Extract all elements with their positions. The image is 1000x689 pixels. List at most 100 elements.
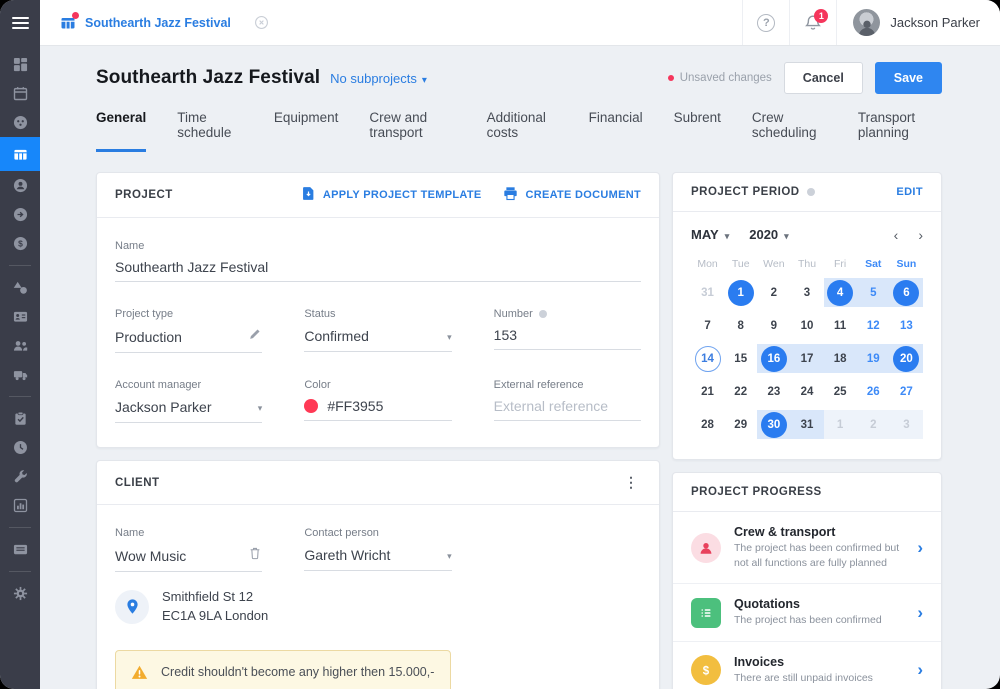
calendar-day[interactable]: 31	[790, 410, 824, 439]
sidebar-item-settings[interactable]	[0, 579, 40, 608]
next-month-button[interactable]	[918, 228, 923, 242]
calendar-day[interactable]: 1	[724, 278, 757, 307]
calendar-day[interactable]: 4	[823, 278, 857, 307]
main-area: Southearth Jazz Festival 1	[40, 0, 1000, 689]
name-input[interactable]	[115, 259, 641, 275]
calendar-day[interactable]: 12	[857, 311, 890, 340]
tab-equipment[interactable]: Equipment	[274, 110, 339, 152]
chevron-down-icon	[725, 227, 730, 242]
calendar-day[interactable]: 2	[856, 410, 890, 439]
external-reference-input[interactable]	[493, 398, 641, 414]
notifications-button[interactable]: 1	[789, 0, 836, 45]
calendar-day[interactable]: 2	[757, 278, 790, 307]
sidebar-item-calendar[interactable]	[0, 79, 40, 108]
calendar-day[interactable]: 18	[823, 344, 857, 373]
tab-crew-scheduling[interactable]: Crew scheduling	[752, 110, 827, 152]
calendar-day[interactable]: 1	[823, 410, 857, 439]
calendar-day[interactable]: 15	[724, 344, 757, 373]
sidebar-item-transport[interactable]	[0, 360, 40, 389]
month-select[interactable]: MAY	[691, 227, 729, 242]
calendar-day[interactable]: 20	[889, 344, 923, 373]
calendar-day[interactable]: 19	[856, 344, 890, 373]
save-button[interactable]: Save	[874, 62, 942, 94]
chevron-right-icon	[917, 660, 923, 680]
color-picker[interactable]: #FF3955	[304, 398, 452, 421]
tab-general[interactable]: General	[96, 110, 147, 152]
calendar-day[interactable]: 16	[757, 344, 791, 373]
sidebar-item-modules[interactable]	[0, 108, 40, 137]
sidebar-item-repairs[interactable]	[0, 462, 40, 491]
menu-button[interactable]	[0, 0, 40, 46]
sidebar-item-contacts[interactable]	[0, 331, 40, 360]
calendar-day[interactable]: 26	[857, 377, 890, 406]
tab-subrent[interactable]: Subrent	[674, 110, 721, 152]
pencil-icon[interactable]	[248, 327, 262, 346]
contact-person-select[interactable]: Gareth Wricht	[304, 546, 452, 571]
calendar-day[interactable]: 7	[691, 311, 724, 340]
progress-item-crew-transport[interactable]: Crew & transport The project has been con…	[673, 512, 941, 583]
subprojects-dropdown[interactable]: No subprojects	[330, 71, 427, 86]
sidebar-item-projects[interactable]	[0, 137, 40, 171]
calendar-day[interactable]: 3	[790, 278, 823, 307]
sidebar-item-time[interactable]	[0, 433, 40, 462]
calendar-day[interactable]: 17	[790, 344, 824, 373]
sidebar-item-crew-card[interactable]	[0, 302, 40, 331]
number-input[interactable]	[493, 327, 641, 343]
create-document-button[interactable]: CREATE DOCUMENT	[503, 186, 641, 204]
project-tab-icon	[60, 11, 79, 31]
kebab-menu-icon[interactable]	[621, 474, 641, 491]
sidebar-item-billing[interactable]	[0, 535, 40, 564]
calendar-day[interactable]: 14	[691, 344, 724, 373]
sidebar-item-account[interactable]	[0, 171, 40, 200]
apply-project-template-button[interactable]: APPLY PROJECT TEMPLATE	[301, 186, 482, 204]
status-select[interactable]: Confirmed	[304, 327, 452, 352]
calendar-day[interactable]: 22	[724, 377, 757, 406]
calendar-day[interactable]: 30	[757, 410, 791, 439]
prev-month-button[interactable]	[894, 228, 899, 242]
calendar-day[interactable]: 5	[856, 278, 890, 307]
tab-financial[interactable]: Financial	[589, 110, 643, 152]
calendar-day[interactable]: 13	[890, 311, 923, 340]
progress-item-quotations[interactable]: Quotations The project has been confirmed	[673, 583, 941, 641]
calendar-day[interactable]: 27	[890, 377, 923, 406]
close-tab-icon[interactable]	[254, 15, 269, 30]
calendar-day[interactable]: 24	[790, 377, 823, 406]
help-button[interactable]	[742, 0, 789, 45]
sidebar-item-statistics[interactable]	[0, 491, 40, 520]
account-manager-select[interactable]: Jackson Parker	[115, 398, 263, 423]
warning-icon	[131, 665, 148, 679]
tab-transport-planning[interactable]: Transport planning	[858, 110, 942, 152]
progress-item-invoices[interactable]: $ Invoices There are still unpaid invoices	[673, 641, 941, 689]
sidebar-item-equipment[interactable]	[0, 273, 40, 302]
sidebar-item-dashboard[interactable]	[0, 50, 40, 79]
svg-text:$: $	[18, 239, 23, 249]
edit-period-button[interactable]: EDIT	[896, 186, 923, 198]
tab-time-schedule[interactable]: Time schedule	[177, 110, 243, 152]
year-select[interactable]: 2020	[749, 227, 788, 242]
day-header: Sun	[896, 258, 917, 270]
trash-icon[interactable]	[248, 546, 262, 565]
sidebar-item-financial[interactable]: $	[0, 229, 40, 258]
calendar-day[interactable]: 29	[724, 410, 757, 439]
calendar-day[interactable]: 23	[757, 377, 790, 406]
calendar-day[interactable]: 8	[724, 311, 757, 340]
project-type-value[interactable]: Production	[115, 327, 263, 353]
tab-additional-costs[interactable]: Additional costs	[487, 110, 558, 152]
calendar-day[interactable]: 28	[691, 410, 724, 439]
calendar-day[interactable]: 31	[691, 278, 724, 307]
sidebar-item-transfers[interactable]	[0, 200, 40, 229]
calendar-day[interactable]: 10	[790, 311, 823, 340]
calendar-day[interactable]: 25	[824, 377, 857, 406]
calendar-day[interactable]: 3	[889, 410, 923, 439]
calendar-day[interactable]: 6	[889, 278, 923, 307]
open-project-tab[interactable]: Southearth Jazz Festival	[40, 0, 285, 45]
user-menu[interactable]: Jackson Parker	[836, 0, 1000, 45]
client-name-value[interactable]: Wow Music	[115, 546, 263, 572]
number-label: Number	[493, 308, 533, 320]
tab-crew-and-transport[interactable]: Crew and transport	[369, 110, 455, 152]
cancel-button[interactable]: Cancel	[783, 62, 863, 94]
calendar-day[interactable]: 21	[691, 377, 724, 406]
sidebar-item-tasks[interactable]	[0, 404, 40, 433]
calendar-day[interactable]: 9	[757, 311, 790, 340]
calendar-day[interactable]: 11	[824, 311, 857, 340]
